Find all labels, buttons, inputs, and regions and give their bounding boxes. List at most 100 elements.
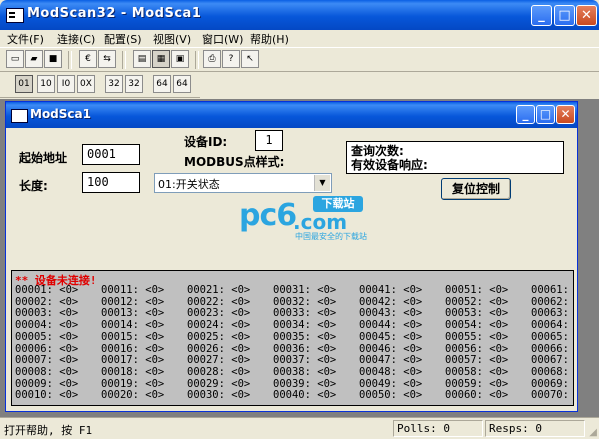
register-cell: 00064: <0> (531, 319, 569, 332)
resps-text: Resps: 0 (489, 422, 542, 435)
child-close-button[interactable]: ✕ (556, 105, 575, 124)
register-cell: 00012: <0> (101, 295, 165, 308)
menu-view[interactable]: 视图(V) (153, 31, 191, 47)
device-id-label: 设备ID: (184, 135, 228, 149)
register-cell: 00014: <0> (101, 319, 165, 332)
menu-file[interactable]: 文件(F) (7, 31, 44, 47)
register-cell: 00032: <0> (273, 295, 337, 308)
toolbar-main: ▭ ▰ ■ € ⇆ ▤ ▦ ▣ ⎙ ? ↖ (0, 47, 599, 72)
resize-grip-icon[interactable]: ◢ (589, 427, 597, 438)
poll-status-box: 查询次数: 有效设备响应: (346, 141, 564, 174)
format-hex-icon[interactable]: 0X (77, 75, 95, 93)
length-field[interactable]: 100 (82, 172, 140, 193)
connect-icon[interactable]: € (79, 50, 97, 68)
child-app-icon (11, 109, 28, 123)
register-cell: 00028: <0> (187, 365, 251, 378)
open-folder-icon[interactable]: ▰ (25, 50, 43, 68)
format-float64-swap-icon[interactable]: 64 (173, 75, 191, 93)
register-cell: 00057: <0> (445, 354, 509, 367)
format-decimal-icon[interactable]: 10 (37, 75, 55, 93)
register-data-area[interactable]: ** 设备未连接! 00001: <0> 00002: <0> 00003: <0>… (11, 270, 574, 406)
maximize-button[interactable]: □ (554, 5, 575, 26)
format-binary-icon[interactable]: 01 (15, 75, 33, 93)
close-button[interactable]: ✕ (576, 5, 597, 26)
monitor-icon[interactable]: ▣ (171, 50, 189, 68)
register-cell: 00034: <0> (273, 319, 337, 332)
register-cell: 00059: <0> (445, 377, 509, 390)
register-cell: 00047: <0> (359, 354, 423, 367)
format-float32-icon[interactable]: 32 (105, 75, 123, 93)
child-title-bar[interactable]: ModSca1 _ □ ✕ (6, 102, 577, 128)
register-cell: 00029: <0> (187, 377, 251, 390)
logo-badge: 下载站 (313, 196, 363, 212)
display-options-icon[interactable]: ▤ (133, 50, 151, 68)
register-cell: 00069: <0> (531, 377, 569, 390)
register-cell: 00068: <0> (531, 365, 569, 378)
register-cell: 00044: <0> (359, 319, 423, 332)
menu-setup[interactable]: 配置(S) (104, 31, 142, 47)
register-cell: 00048: <0> (359, 365, 423, 378)
menu-help[interactable]: 帮助(H) (250, 31, 289, 47)
register-cell: 00031: <0> (273, 284, 337, 296)
register-cell: 00040: <0> (273, 389, 337, 402)
context-help-icon[interactable]: ↖ (241, 50, 259, 68)
menu-connection[interactable]: 连接(C) (57, 31, 95, 47)
main-title-bar[interactable]: ModScan32 - ModSca1 _ □ ✕ (0, 0, 599, 30)
print-icon[interactable]: ⎙ (203, 50, 221, 68)
reset-control-button[interactable]: 复位控制 (441, 178, 511, 200)
register-cell: 00001: <0> (15, 284, 79, 296)
register-cell: 00017: <0> (101, 354, 165, 367)
format-float32-swap-icon[interactable]: 32 (125, 75, 143, 93)
register-cell: 00035: <0> (273, 330, 337, 343)
register-cell: 00021: <0> (187, 284, 251, 296)
child-minimize-button[interactable]: _ (516, 105, 535, 124)
point-type-select[interactable]: 01:开关状态 ▼ (154, 173, 332, 193)
window-title: ModScan32 - ModSca1 (27, 6, 202, 21)
child-title: ModSca1 (30, 107, 91, 121)
about-icon[interactable]: ? (222, 50, 240, 68)
resps-panel: Resps: 0 (485, 420, 585, 437)
register-cell: 00052: <0> (445, 295, 509, 308)
register-cell: 00004: <0> (15, 319, 79, 332)
register-cell: 00046: <0> (359, 342, 423, 355)
register-cell: 00055: <0> (445, 330, 509, 343)
register-cell: 00054: <0> (445, 319, 509, 332)
polls-text: Polls: 0 (397, 422, 450, 435)
register-cell: 00019: <0> (101, 377, 165, 390)
register-cell: 00027: <0> (187, 354, 251, 367)
traffic-view-icon[interactable]: ▦ (152, 50, 170, 68)
register-cell: 00013: <0> (101, 307, 165, 320)
register-cell: 00010: <0> (15, 389, 79, 402)
register-cell: 00003: <0> (15, 307, 79, 320)
start-address-label: 起始地址 (19, 151, 68, 165)
pc6-logo: pc6 .com 下载站 中国最安全的下载站 (239, 194, 369, 244)
register-cell: 00050: <0> (359, 389, 423, 402)
point-type-value: 01:开关状态 (158, 178, 220, 191)
format-integer-icon[interactable]: I0 (57, 75, 75, 93)
poll-count-label: 查询次数: (351, 144, 404, 158)
valid-response-label: 有效设备响应: (351, 158, 428, 172)
register-cell: 00002: <0> (15, 295, 79, 308)
start-address-field[interactable]: 0001 (82, 144, 140, 165)
format-float64-icon[interactable]: 64 (153, 75, 171, 93)
child-window: ModSca1 _ □ ✕ 设备ID: 1 MODBUS点样式: 起始地址 00… (5, 101, 578, 412)
disconnect-icon[interactable]: ⇆ (98, 50, 116, 68)
register-cell: 00067: <0> (531, 354, 569, 367)
register-cell: 00051: <0> (445, 284, 509, 296)
register-cell: 00042: <0> (359, 295, 423, 308)
save-disk-icon[interactable]: ■ (44, 50, 62, 68)
minimize-button[interactable]: _ (531, 5, 552, 26)
register-cell: 00015: <0> (101, 330, 165, 343)
modbus-style-label: MODBUS点样式: (184, 155, 285, 169)
register-cell: 00006: <0> (15, 342, 79, 355)
register-cell: 00033: <0> (273, 307, 337, 320)
app-icon (6, 8, 24, 23)
new-file-icon[interactable]: ▭ (6, 50, 24, 68)
menu-window[interactable]: 窗口(W) (202, 31, 243, 47)
chevron-down-icon[interactable]: ▼ (314, 175, 330, 191)
register-cell: 00041: <0> (359, 284, 423, 296)
register-cell: 00061: <0> (531, 284, 569, 296)
device-id-field[interactable]: 1 (255, 130, 283, 151)
register-cell: 00063: <0> (531, 307, 569, 320)
child-maximize-button[interactable]: □ (536, 105, 555, 124)
